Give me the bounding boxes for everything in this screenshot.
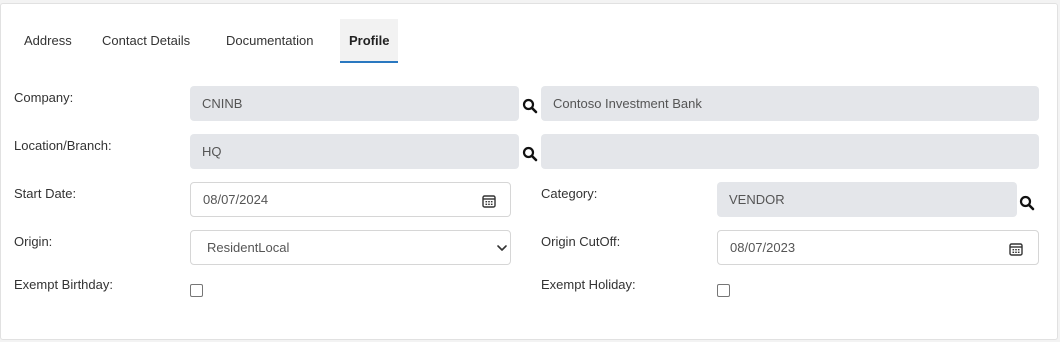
exempt-birthday-label: Exempt Birthday:: [14, 277, 113, 292]
location-name-field: [541, 134, 1039, 169]
company-label: Company:: [14, 90, 74, 105]
tab-address[interactable]: Address: [15, 19, 81, 63]
start-date-label: Start Date:: [14, 186, 77, 201]
exempt-holiday-label: Exempt Holiday:: [541, 277, 636, 292]
chevron-down-icon: [497, 245, 507, 251]
exempt-holiday-checkbox[interactable]: [717, 284, 730, 297]
tab-bar: Address Contact Details Documentation Pr…: [1, 4, 1057, 64]
company-name-field: Contoso Investment Bank: [541, 86, 1039, 121]
origin-label: Origin:: [14, 234, 53, 249]
company-code-field: CNINB: [190, 86, 519, 121]
location-branch-label: Location/Branch:: [14, 138, 112, 153]
search-icon[interactable]: [522, 146, 538, 162]
calendar-icon[interactable]: [1009, 242, 1023, 256]
profile-panel: Address Contact Details Documentation Pr…: [0, 3, 1058, 340]
search-icon[interactable]: [1019, 195, 1035, 211]
tab-documentation[interactable]: Documentation: [217, 19, 322, 63]
tab-profile[interactable]: Profile: [340, 19, 399, 63]
tab-contact-details[interactable]: Contact Details: [93, 19, 199, 63]
origin-select[interactable]: ResidentLocal: [190, 230, 511, 265]
calendar-icon[interactable]: [482, 194, 496, 208]
origin-cutoff-label: Origin CutOff:: [541, 234, 621, 249]
start-date-input[interactable]: 08/07/2024: [190, 182, 511, 217]
category-field: VENDOR: [717, 182, 1017, 217]
location-code-field: HQ: [190, 134, 519, 169]
category-label: Category:: [541, 186, 598, 201]
exempt-birthday-checkbox[interactable]: [190, 284, 203, 297]
origin-cutoff-input[interactable]: 08/07/2023: [717, 230, 1039, 265]
search-icon[interactable]: [522, 98, 538, 114]
